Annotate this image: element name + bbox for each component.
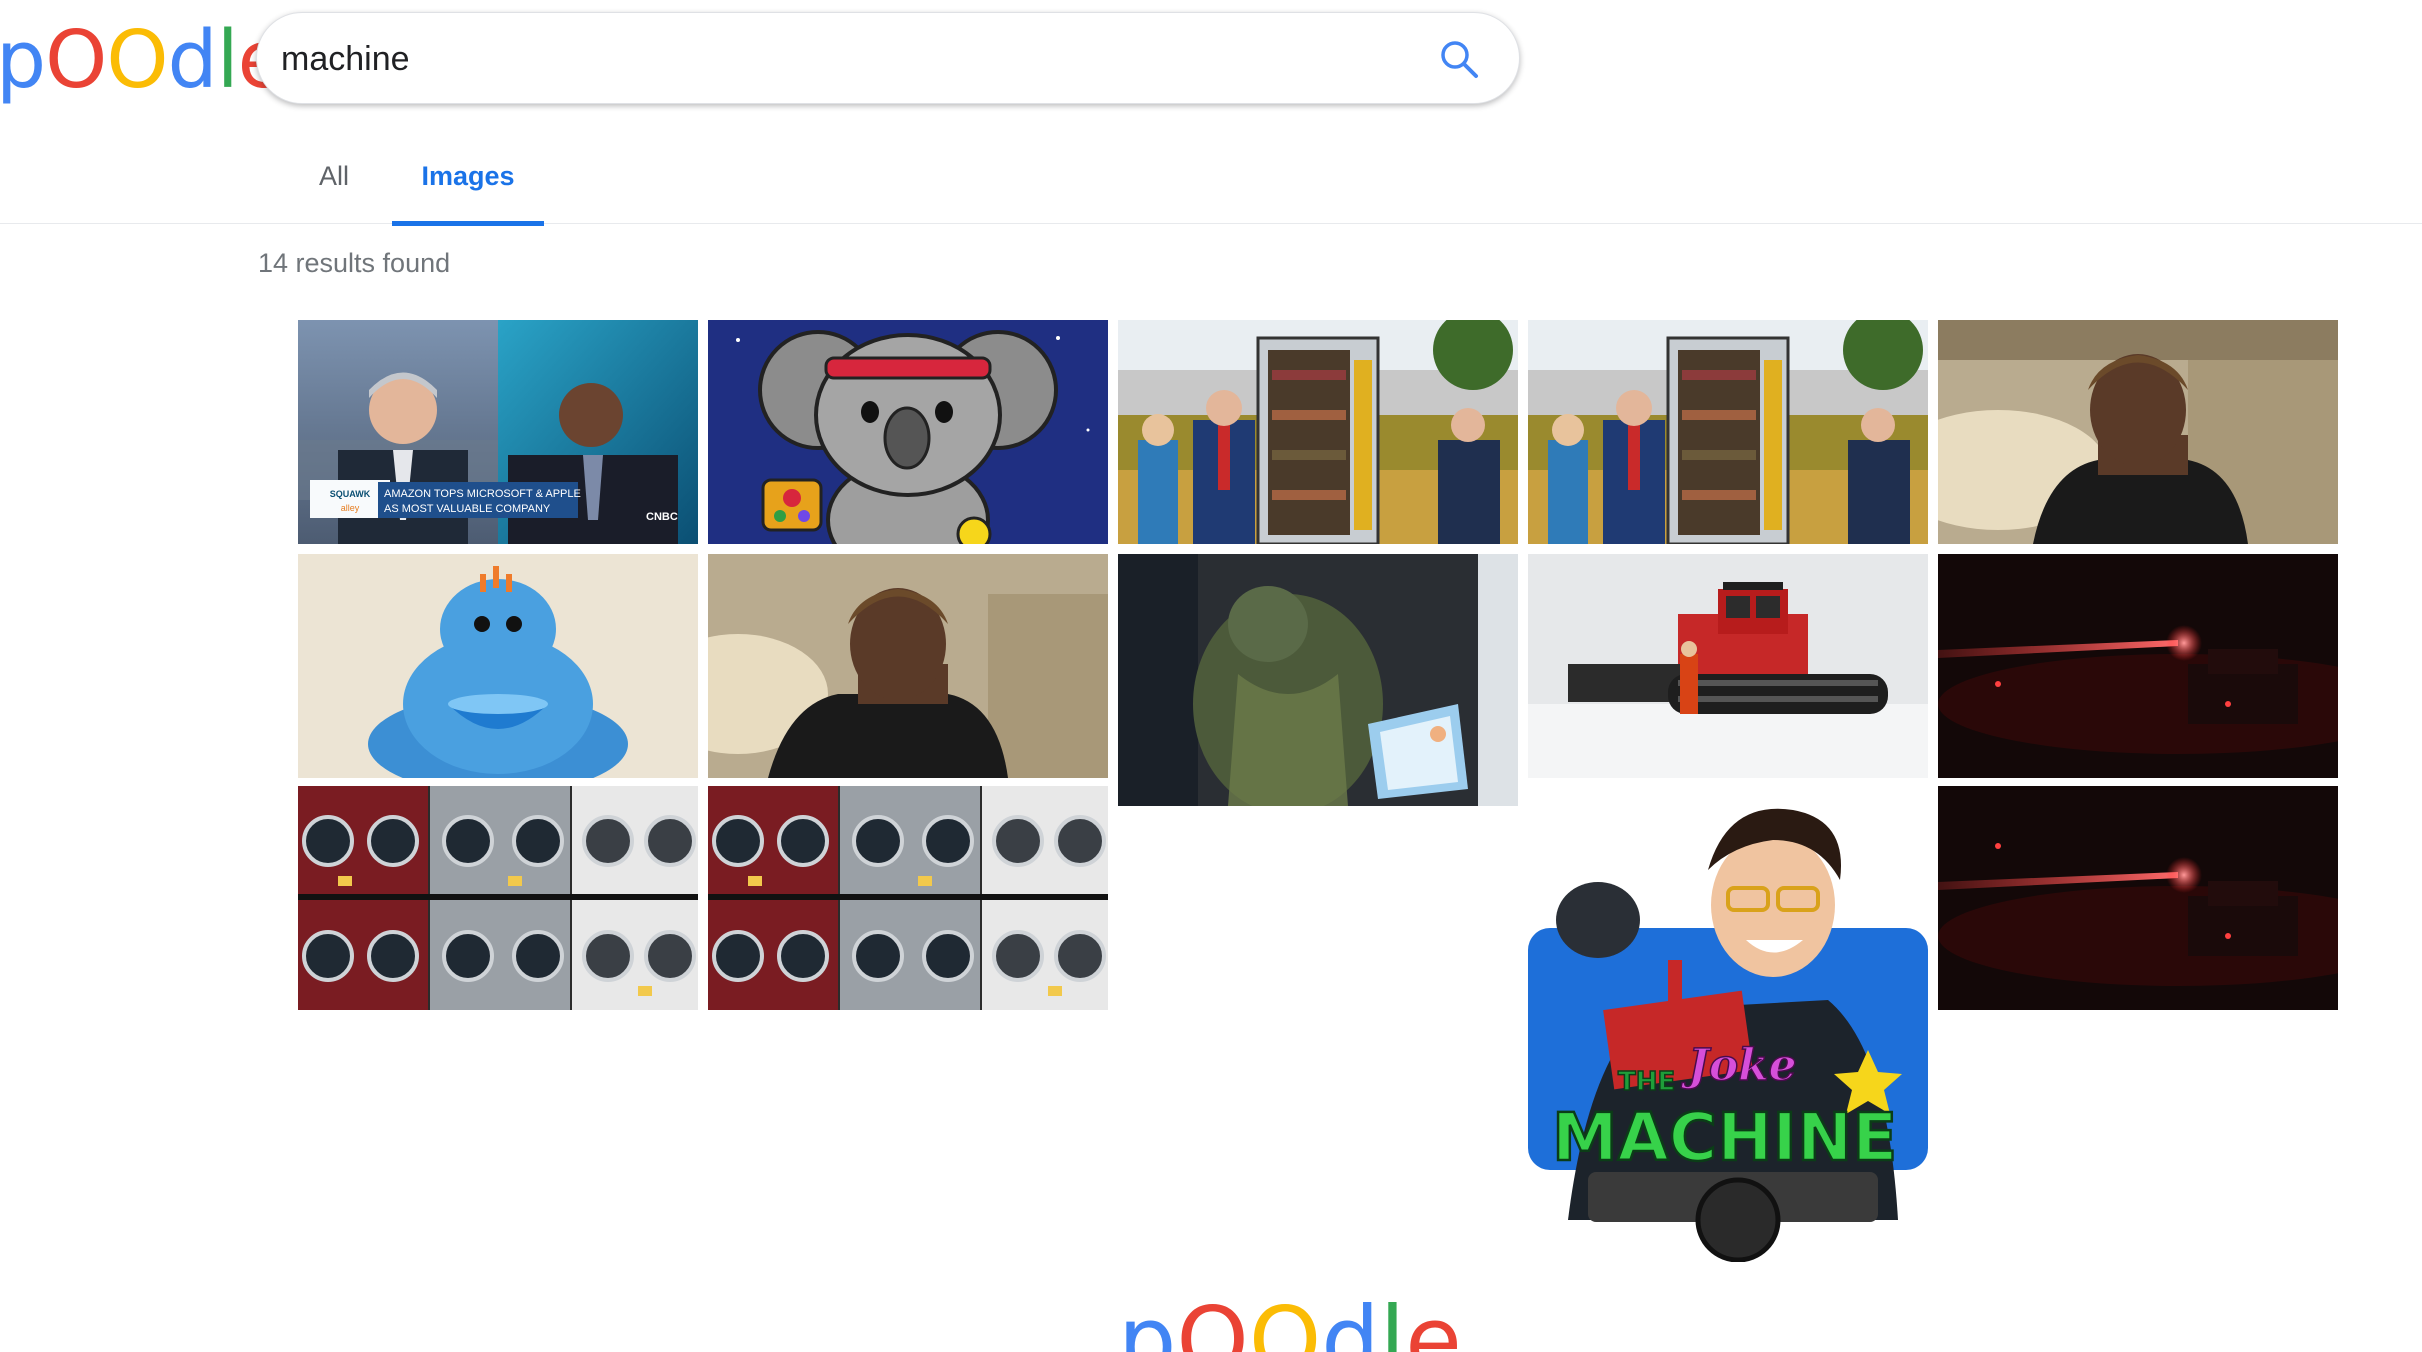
show-label-top: SQUAWK [330, 489, 371, 499]
image-result[interactable] [1528, 320, 1928, 544]
woman-on-sofa-image [1938, 320, 2338, 544]
red-laser-image [1938, 554, 2338, 778]
logo-letter: O [45, 14, 107, 106]
tab-all[interactable]: All [308, 150, 360, 224]
image-result[interactable] [1938, 786, 2338, 1010]
image-result[interactable] [1118, 320, 1518, 544]
blue-plush-toy-image [298, 554, 698, 778]
washing-machines-image [708, 786, 1108, 1010]
poster-title-top: THE [1618, 1067, 1675, 1097]
koala-cartoon-image [708, 320, 1108, 544]
show-label-bottom: alley [341, 503, 360, 513]
image-result[interactable] [708, 554, 1108, 778]
search-tabs: All Images [0, 150, 2422, 226]
logo-letter: d [167, 14, 218, 106]
joke-machine-poster-image: THE Joke MACHINE [1528, 800, 1928, 1262]
tab-images[interactable]: Images [392, 150, 544, 226]
search-input[interactable] [281, 31, 1381, 87]
image-result[interactable] [1938, 320, 2338, 544]
logo-letter: l [1379, 1287, 1406, 1352]
snow-groomer-image [1528, 554, 1928, 778]
logo-letter: l [216, 14, 239, 106]
image-result[interactable] [1118, 554, 1518, 806]
poodle-logo[interactable]: pOOdle [0, 14, 286, 106]
poster-title-main: MACHINE [1552, 1099, 1897, 1176]
poster-title-script: Joke [1681, 1040, 1797, 1091]
logo-letter: p [0, 14, 46, 106]
tab-images-label: Images [421, 161, 515, 191]
logo-letter: O [1248, 1287, 1322, 1352]
red-laser-image [1938, 786, 2338, 1010]
image-result[interactable] [708, 786, 1108, 1010]
woman-at-screen-image [1118, 554, 1518, 806]
image-result[interactable] [298, 554, 698, 778]
network-logo: CNBC [646, 511, 678, 523]
active-tab-indicator [392, 221, 544, 226]
vending-machine-image [1118, 320, 1518, 544]
news-anchors-image: SQUAWK alley AMAZON TOPS MICROSOFT & APP… [298, 320, 698, 544]
image-result[interactable]: THE Joke MACHINE [1528, 800, 1928, 1262]
footer-logo[interactable]: pOOdle [1118, 1287, 1462, 1352]
search-box [256, 12, 1520, 104]
logo-letter: p [1118, 1287, 1177, 1352]
image-result[interactable] [708, 320, 1108, 544]
vending-machine-image [1528, 320, 1928, 544]
image-result[interactable] [1938, 554, 2338, 778]
image-result[interactable] [1528, 554, 1928, 778]
logo-letter: O [1176, 1287, 1249, 1352]
search-icon [1441, 41, 1478, 78]
logo-letter: d [1321, 1287, 1380, 1352]
washing-machines-image [298, 786, 698, 1010]
search-results-page: pOOdle All Images 14 results found [0, 0, 2422, 1352]
image-result[interactable] [298, 786, 698, 1010]
caption-line-1: AMAZON TOPS MICROSOFT & APPLE [384, 488, 581, 500]
woman-on-sofa-image [708, 554, 1108, 778]
result-count: 14 results found [258, 248, 451, 278]
logo-letter: O [106, 14, 168, 106]
logo-letter: e [1405, 1287, 1462, 1352]
image-result[interactable]: SQUAWK alley AMAZON TOPS MICROSOFT & APP… [298, 320, 698, 544]
search-button[interactable] [1433, 33, 1485, 85]
caption-line-2: AS MOST VALUABLE COMPANY [384, 503, 551, 515]
